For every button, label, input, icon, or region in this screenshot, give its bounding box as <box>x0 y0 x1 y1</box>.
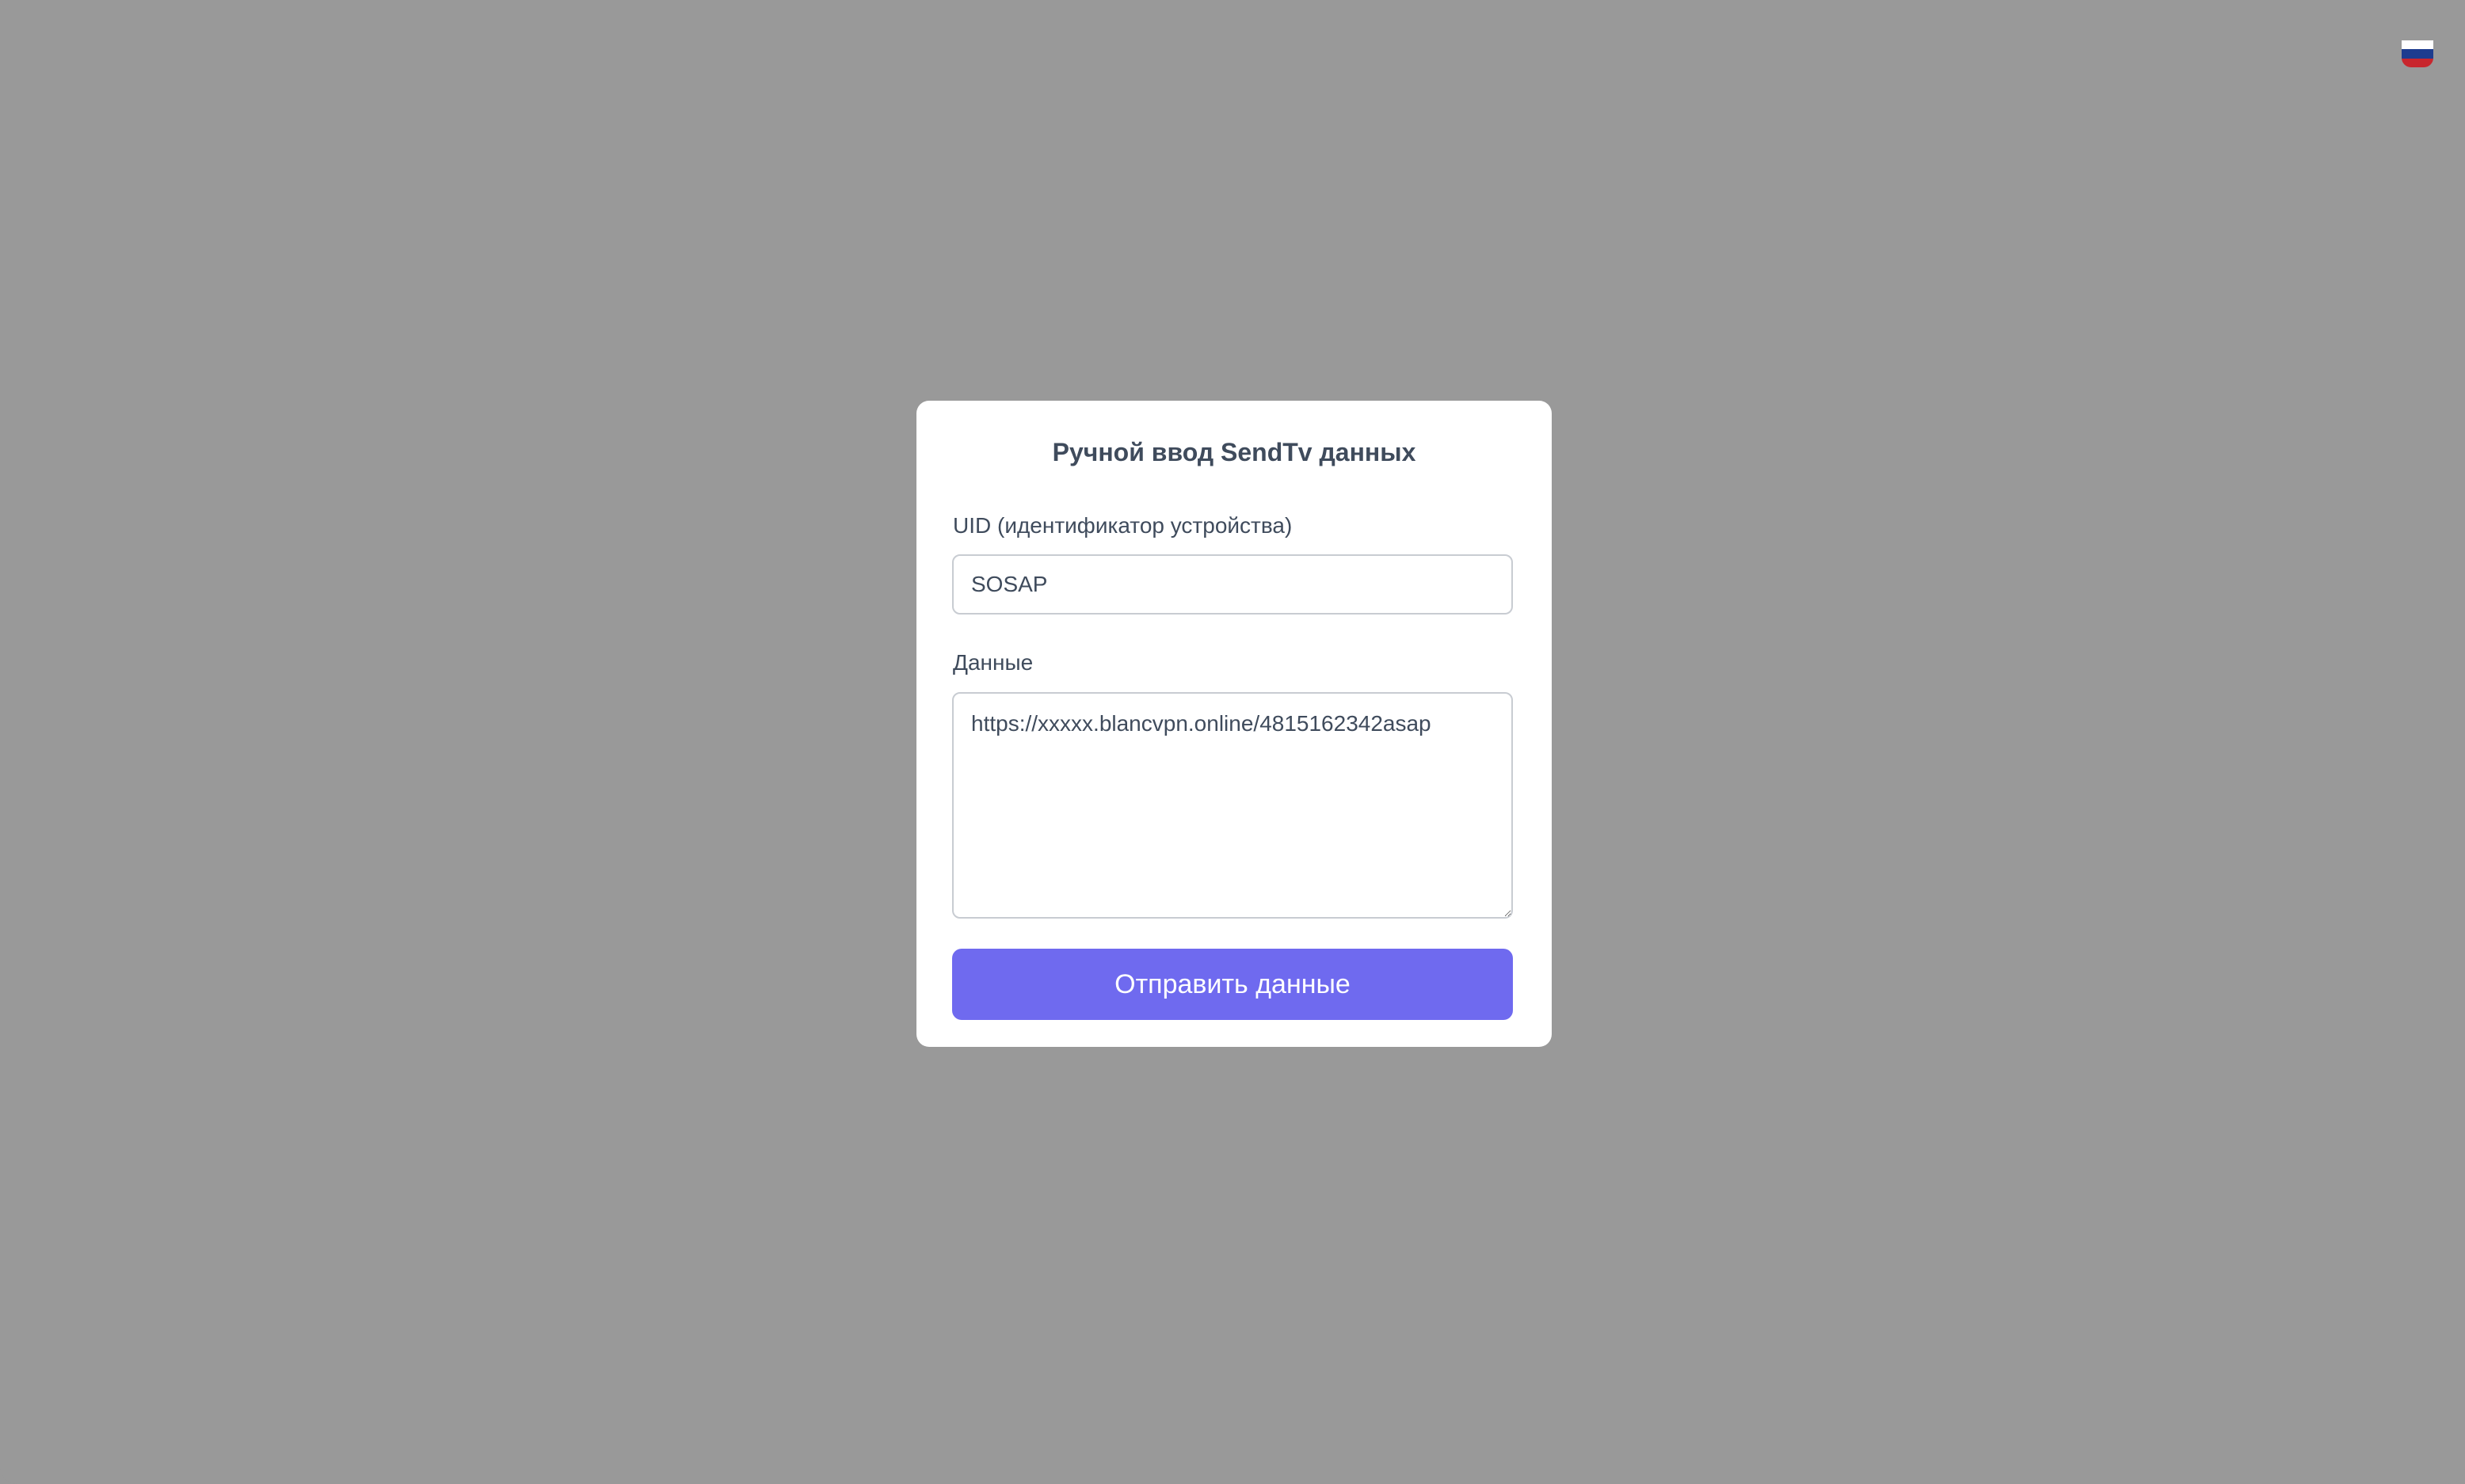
flag-stripe-white <box>2402 40 2433 50</box>
russian-flag-icon <box>2402 40 2433 67</box>
flag-stripe-blue <box>2402 49 2433 59</box>
language-selector[interactable] <box>2402 40 2433 67</box>
sendtv-form-modal: Ручной ввод SendTv данных UID (идентифик… <box>916 401 1552 1047</box>
uid-label: UID (идентификатор устройства) <box>953 513 1293 538</box>
submit-button[interactable]: Отправить данные <box>952 949 1513 1020</box>
data-label: Данные <box>953 650 1034 675</box>
data-textarea[interactable]: https://xxxxx.blancvpn.online/4815162342… <box>952 692 1513 919</box>
flag-stripe-red <box>2402 58 2433 67</box>
uid-input[interactable] <box>952 554 1513 615</box>
form-title: Ручной ввод SendTv данных <box>1052 438 1416 466</box>
